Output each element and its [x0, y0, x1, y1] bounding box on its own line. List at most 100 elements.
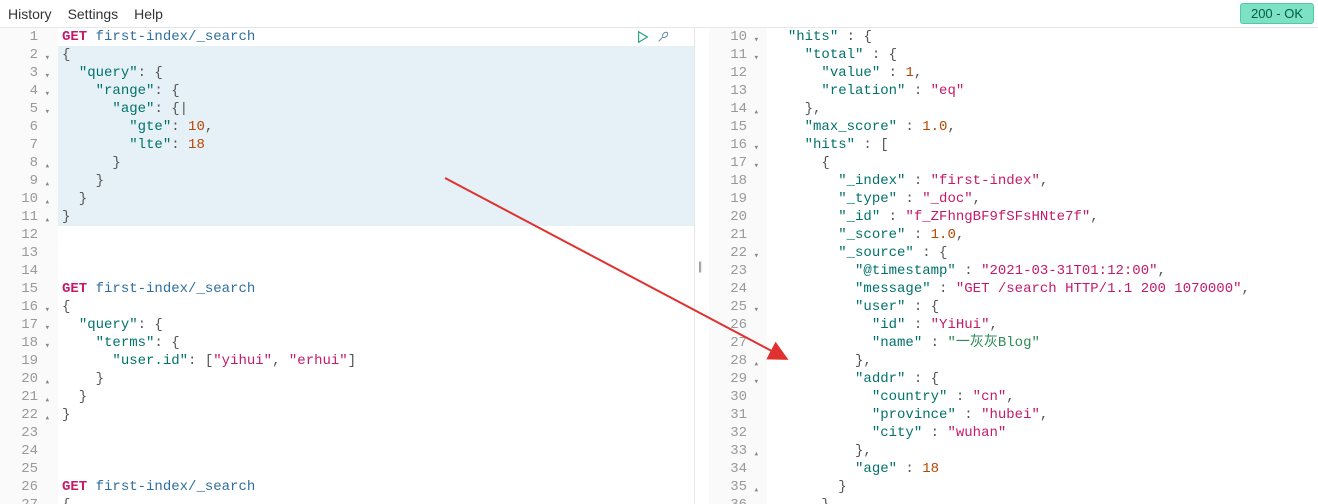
- code-line[interactable]: }: [58, 154, 694, 172]
- code-line[interactable]: }: [58, 172, 694, 190]
- code-line[interactable]: "query": {: [58, 64, 694, 82]
- code-line[interactable]: "user" : {: [767, 298, 1318, 316]
- code-line[interactable]: GET first-index/_search: [58, 478, 694, 496]
- code-line[interactable]: },: [767, 352, 1318, 370]
- wrench-icon[interactable]: [656, 30, 670, 50]
- code-line[interactable]: "query": {: [58, 316, 694, 334]
- code-line[interactable]: {: [767, 154, 1318, 172]
- code-line[interactable]: {: [58, 46, 694, 64]
- code-line[interactable]: "range": {: [58, 82, 694, 100]
- line-number: 9▴: [0, 172, 52, 190]
- code-line[interactable]: "hits" : {: [767, 28, 1318, 46]
- line-number: 22▴: [0, 406, 52, 424]
- code-line[interactable]: "gte": 10,: [58, 118, 694, 136]
- drag-handle-icon[interactable]: ||: [698, 259, 700, 273]
- code-line[interactable]: }: [767, 496, 1318, 504]
- line-number: 8▴: [0, 154, 52, 172]
- line-number: 6: [0, 118, 52, 136]
- line-number: 25: [0, 460, 52, 478]
- code-line[interactable]: "hits" : [: [767, 136, 1318, 154]
- line-number: 32: [709, 424, 761, 442]
- code-line[interactable]: GET first-index/_search: [58, 28, 694, 46]
- line-number: 34: [709, 460, 761, 478]
- request-pane: 12▾3▾4▾5▾678▴9▴10▴11▴1213141516▾17▾18▾19…: [0, 28, 695, 504]
- code-line[interactable]: "province" : "hubei",: [767, 406, 1318, 424]
- line-number: 22▾: [709, 244, 761, 262]
- request-code[interactable]: GET first-index/_search{ "query": { "ran…: [58, 28, 694, 504]
- code-line[interactable]: }: [58, 208, 694, 226]
- code-line[interactable]: }: [767, 478, 1318, 496]
- code-line[interactable]: "age": {|: [58, 100, 694, 118]
- line-number: 12: [709, 64, 761, 82]
- code-line[interactable]: "lte": 18: [58, 136, 694, 154]
- splitter[interactable]: ||: [695, 28, 709, 504]
- code-line[interactable]: "name" : "一灰灰Blog": [767, 334, 1318, 352]
- fold-icon[interactable]: ▾: [45, 499, 50, 504]
- run-icon[interactable]: [636, 30, 650, 50]
- menu-help[interactable]: Help: [134, 6, 163, 22]
- line-number: 24: [709, 280, 761, 298]
- line-number: 16▾: [0, 298, 52, 316]
- response-pane: 10▾11▾121314▴1516▾17▾1819202122▾232425▾2…: [709, 28, 1318, 504]
- line-number: 30: [709, 388, 761, 406]
- line-number: 19: [709, 190, 761, 208]
- code-line[interactable]: "max_score" : 1.0,: [767, 118, 1318, 136]
- code-line[interactable]: "user.id": ["yihui", "erhui"]: [58, 352, 694, 370]
- code-line[interactable]: "_source" : {: [767, 244, 1318, 262]
- line-number: 10▴: [0, 190, 52, 208]
- code-line[interactable]: GET first-index/_search: [58, 280, 694, 298]
- code-line[interactable]: "age" : 18: [767, 460, 1318, 478]
- code-line[interactable]: },: [767, 100, 1318, 118]
- line-number: 10▾: [709, 28, 761, 46]
- line-number: 12: [0, 226, 52, 244]
- line-number: 25▾: [709, 298, 761, 316]
- line-number: 14▴: [709, 100, 761, 118]
- code-line[interactable]: "terms": {: [58, 334, 694, 352]
- code-line[interactable]: [58, 262, 694, 280]
- request-gutter: 12▾3▾4▾5▾678▴9▴10▴11▴1213141516▾17▾18▾19…: [0, 28, 58, 504]
- line-number: 33▴: [709, 442, 761, 460]
- code-line[interactable]: "city" : "wuhan": [767, 424, 1318, 442]
- code-line[interactable]: }: [58, 406, 694, 424]
- line-number: 19: [0, 352, 52, 370]
- line-number: 28▴: [709, 352, 761, 370]
- code-line[interactable]: "country" : "cn",: [767, 388, 1318, 406]
- line-number: 21▴: [0, 388, 52, 406]
- code-line[interactable]: [58, 460, 694, 478]
- menu-settings[interactable]: Settings: [68, 6, 119, 22]
- code-line[interactable]: }: [58, 370, 694, 388]
- code-line[interactable]: "addr" : {: [767, 370, 1318, 388]
- code-line[interactable]: },: [767, 442, 1318, 460]
- response-editor[interactable]: 10▾11▾121314▴1516▾17▾1819202122▾232425▾2…: [709, 28, 1318, 504]
- code-line[interactable]: [58, 226, 694, 244]
- code-line[interactable]: }: [58, 388, 694, 406]
- code-line[interactable]: {: [58, 496, 694, 504]
- code-line[interactable]: "message" : "GET /search HTTP/1.1 200 10…: [767, 280, 1318, 298]
- line-number: 20: [709, 208, 761, 226]
- code-line[interactable]: "id" : "YiHui",: [767, 316, 1318, 334]
- code-line[interactable]: "value" : 1,: [767, 64, 1318, 82]
- code-line[interactable]: "_type" : "_doc",: [767, 190, 1318, 208]
- code-line[interactable]: "_index" : "first-index",: [767, 172, 1318, 190]
- response-code[interactable]: "hits" : { "total" : { "value" : 1, "rel…: [767, 28, 1318, 504]
- line-number: 1: [0, 28, 52, 46]
- request-editor[interactable]: 12▾3▾4▾5▾678▴9▴10▴11▴1213141516▾17▾18▾19…: [0, 28, 694, 504]
- code-line[interactable]: [58, 442, 694, 460]
- line-number: 15: [0, 280, 52, 298]
- line-number: 20▴: [0, 370, 52, 388]
- code-line[interactable]: "_score" : 1.0,: [767, 226, 1318, 244]
- line-number: 11▴: [0, 208, 52, 226]
- code-line[interactable]: "_id" : "f_ZFhngBF9fSFsHNte7f",: [767, 208, 1318, 226]
- code-line[interactable]: "total" : {: [767, 46, 1318, 64]
- code-line[interactable]: [58, 424, 694, 442]
- line-number: 29▾: [709, 370, 761, 388]
- code-line[interactable]: "relation" : "eq": [767, 82, 1318, 100]
- code-line[interactable]: [58, 244, 694, 262]
- code-line[interactable]: "@timestamp" : "2021-03-31T01:12:00",: [767, 262, 1318, 280]
- fold-icon[interactable]: ▴: [754, 499, 759, 504]
- code-line[interactable]: }: [58, 190, 694, 208]
- menu-history[interactable]: History: [8, 6, 52, 22]
- line-number: 16▾: [709, 136, 761, 154]
- line-number: 24: [0, 442, 52, 460]
- code-line[interactable]: {: [58, 298, 694, 316]
